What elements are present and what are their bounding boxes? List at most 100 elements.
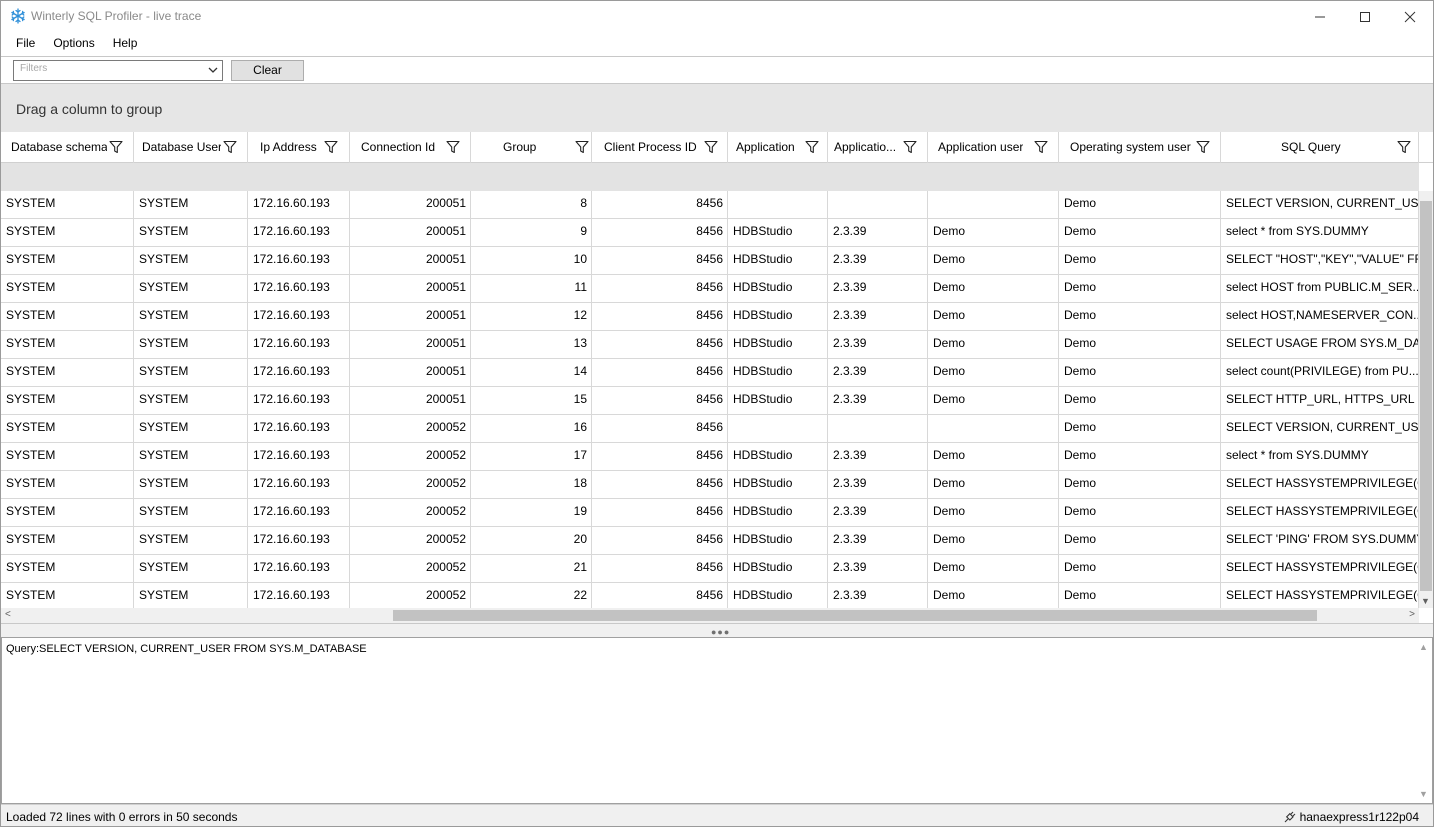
table-cell: [928, 191, 1059, 219]
table-cell: 2.3.39: [828, 527, 928, 555]
menu-help[interactable]: Help: [105, 32, 146, 56]
funnel-icon[interactable]: [324, 140, 338, 154]
table-cell: 22: [471, 583, 592, 611]
status-bar: Loaded 72 lines with 0 errors in 50 seco…: [1, 804, 1433, 826]
scroll-up-icon[interactable]: ▲: [1419, 642, 1428, 652]
table-cell: 8456: [592, 527, 728, 555]
table-cell: [728, 415, 828, 443]
column-header[interactable]: Database schema: [1, 132, 134, 163]
plug-icon: [1284, 811, 1295, 823]
funnel-icon[interactable]: [1196, 140, 1210, 154]
table-cell: 18: [471, 471, 592, 499]
column-header[interactable]: SQL Query: [1221, 132, 1419, 163]
table-row[interactable]: SYSTEM SYSTEM 172.16.60.193 200052 20 8456 HDB…: [1, 527, 1419, 555]
toolbar: Filters Clear: [1, 56, 1433, 84]
table-cell: 8456: [592, 555, 728, 583]
funnel-icon[interactable]: [446, 140, 460, 154]
table-cell: SYSTEM: [1, 387, 134, 415]
funnel-icon[interactable]: [109, 140, 123, 154]
table-row[interactable]: SYSTEM SYSTEM 172.16.60.193 200051 9 8456 HDBS…: [1, 219, 1419, 247]
funnel-icon[interactable]: [805, 140, 819, 154]
table-cell: 172.16.60.193: [248, 359, 350, 387]
table-cell: HDBStudio: [728, 499, 828, 527]
table-cell: Demo: [928, 275, 1059, 303]
table-row[interactable]: SYSTEM SYSTEM 172.16.60.193 200051 10 8456 HDB…: [1, 247, 1419, 275]
scroll-down-icon[interactable]: ▼: [1421, 596, 1430, 606]
maximize-button[interactable]: [1342, 1, 1388, 32]
table-row[interactable]: SYSTEM SYSTEM 172.16.60.193 200051 8 8456 Demo…: [1, 191, 1419, 219]
table-cell: 200052: [350, 499, 471, 527]
table-row[interactable]: SYSTEM SYSTEM 172.16.60.193 200051 11 8456 HDB…: [1, 275, 1419, 303]
table-cell: HDBStudio: [728, 387, 828, 415]
grid-horizontal-scrollbar[interactable]: < >: [1, 608, 1419, 623]
table-row[interactable]: SYSTEM SYSTEM 172.16.60.193 200051 12 8456 HDB…: [1, 303, 1419, 331]
table-cell: SYSTEM: [134, 527, 248, 555]
table-cell: 14: [471, 359, 592, 387]
table-cell: 19: [471, 499, 592, 527]
column-header[interactable]: Application user: [928, 132, 1059, 163]
funnel-icon[interactable]: [1397, 140, 1411, 154]
table-cell: 17: [471, 443, 592, 471]
column-header[interactable]: Application: [728, 132, 828, 163]
table-cell: 8456: [592, 303, 728, 331]
grid-filter-row[interactable]: [1, 163, 1419, 191]
scroll-down-icon[interactable]: ▼: [1419, 789, 1428, 799]
title-bar[interactable]: Winterly SQL Profiler - live trace: [1, 1, 1433, 32]
column-header[interactable]: Connection Id: [350, 132, 471, 163]
table-row[interactable]: SYSTEM SYSTEM 172.16.60.193 200051 14 8456 HDB…: [1, 359, 1419, 387]
table-row[interactable]: SYSTEM SYSTEM 172.16.60.193 200052 16 8456 Dem…: [1, 415, 1419, 443]
table-cell: 2.3.39: [828, 471, 928, 499]
minimize-button[interactable]: [1297, 1, 1343, 32]
table-cell: Demo: [928, 471, 1059, 499]
funnel-icon[interactable]: [223, 140, 237, 154]
table-cell: SYSTEM: [1, 191, 134, 219]
filters-combobox[interactable]: Filters: [13, 60, 223, 81]
menu-file[interactable]: File: [1, 32, 43, 56]
table-cell: 2.3.39: [828, 555, 928, 583]
column-header-label: SQL Query: [1281, 140, 1341, 154]
horizontal-scroll-thumb[interactable]: [393, 610, 1317, 621]
table-cell: SYSTEM: [1, 331, 134, 359]
table-row[interactable]: SYSTEM SYSTEM 172.16.60.193 200052 21 8456 HDB…: [1, 555, 1419, 583]
table-cell: SYSTEM: [1, 247, 134, 275]
table-cell: 200051: [350, 331, 471, 359]
scroll-left-icon[interactable]: <: [5, 609, 11, 620]
column-header[interactable]: Operating system user: [1059, 132, 1221, 163]
column-header[interactable]: Database User: [134, 132, 248, 163]
table-row[interactable]: SYSTEM SYSTEM 172.16.60.193 200052 19 8456 HDB…: [1, 499, 1419, 527]
table-row[interactable]: SYSTEM SYSTEM 172.16.60.193 200052 18 8456 HDB…: [1, 471, 1419, 499]
funnel-icon[interactable]: [903, 140, 917, 154]
vertical-scroll-thumb[interactable]: [1420, 201, 1432, 591]
scroll-right-icon[interactable]: >: [1409, 609, 1415, 620]
table-row[interactable]: SYSTEM SYSTEM 172.16.60.193 200052 22 8456 HDB…: [1, 583, 1419, 611]
query-detail-panel[interactable]: Query:SELECT VERSION, CURRENT_USER FROM …: [1, 637, 1433, 804]
table-row[interactable]: SYSTEM SYSTEM 172.16.60.193 200051 15 8456 HDB…: [1, 387, 1419, 415]
funnel-icon[interactable]: [1034, 140, 1048, 154]
table-cell: 2.3.39: [828, 219, 928, 247]
snowflake-icon: [11, 8, 25, 24]
connection-name: hanaexpress1r122p04: [1299, 810, 1419, 824]
table-cell: 200051: [350, 219, 471, 247]
table-cell: 172.16.60.193: [248, 555, 350, 583]
column-header[interactable]: Client Process ID: [592, 132, 728, 163]
panel-splitter[interactable]: ●●●: [1, 623, 1433, 637]
table-cell: SYSTEM: [1, 499, 134, 527]
column-header-label: Database schema: [11, 140, 107, 154]
table-row[interactable]: SYSTEM SYSTEM 172.16.60.193 200052 17 8456 HDB…: [1, 443, 1419, 471]
table-cell: 8456: [592, 331, 728, 359]
table-cell: 200052: [350, 415, 471, 443]
group-panel[interactable]: Drag a column to group: [1, 84, 1433, 132]
funnel-icon[interactable]: [575, 140, 589, 154]
menu-options[interactable]: Options: [45, 32, 102, 56]
column-header[interactable]: Applicatio...: [828, 132, 928, 163]
grid-vertical-scrollbar[interactable]: ▼: [1419, 191, 1433, 608]
column-header[interactable]: Ip Address: [248, 132, 350, 163]
close-button[interactable]: [1387, 1, 1433, 32]
clear-button[interactable]: Clear: [231, 60, 304, 81]
table-cell: 13: [471, 331, 592, 359]
table-row[interactable]: SYSTEM SYSTEM 172.16.60.193 200051 13 8456 HDB…: [1, 331, 1419, 359]
column-header[interactable]: Group: [471, 132, 592, 163]
funnel-icon[interactable]: [704, 140, 718, 154]
query-vertical-scrollbar[interactable]: ▲ ▼: [1416, 638, 1432, 803]
table-cell: 200052: [350, 443, 471, 471]
